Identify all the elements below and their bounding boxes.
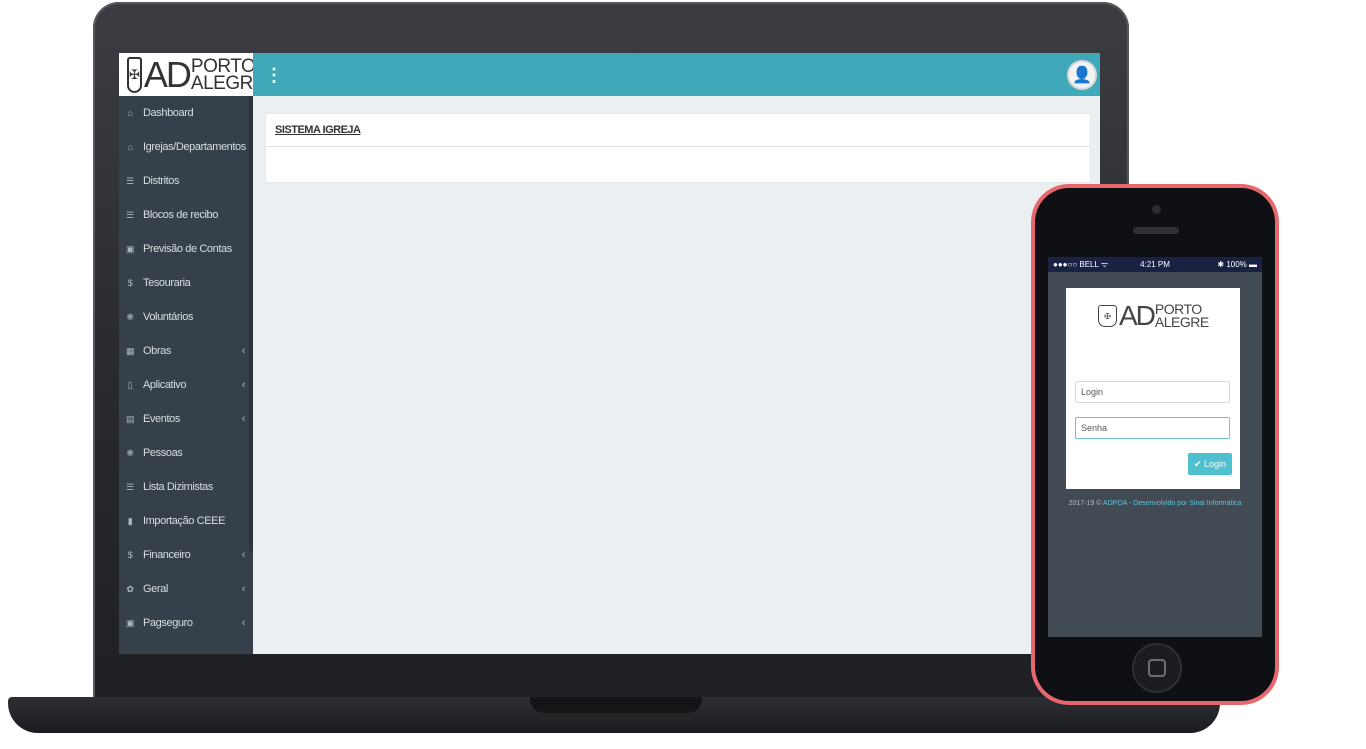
dollar-icon: $ (127, 278, 133, 288)
dollar-icon: $ (127, 550, 133, 560)
chevron-left-icon: ‹ (241, 345, 246, 357)
mobile-logo-words: PORTO ALEGRE (1154, 302, 1209, 330)
sidebar-item-label: Igrejas/Departamentos (143, 141, 246, 153)
sidebar: ⌂ Dashboard ⌂ Igrejas/Departamentos ☰ Distrit… (119, 96, 253, 654)
sidebar-item-label: Lista Dizimistas (143, 481, 214, 493)
file-icon: ▮ (127, 515, 133, 526)
money-icon: ▣ (125, 617, 135, 628)
users-icon: ❋ (126, 311, 134, 322)
sidebar-item-lista-dizimistas[interactable]: ☰ Lista Dizimistas (119, 470, 253, 504)
sidebar-item-previsao-de-contas[interactable]: ▣ Previsão de Contas (119, 232, 253, 266)
sidebar-item-label: Dashboard (143, 107, 194, 119)
list-icon: ☰ (126, 481, 134, 492)
logo-ad-text: AD (143, 53, 192, 95)
sidebar-item-igrejas-departamentos[interactable]: ⌂ Igrejas/Departamentos (119, 130, 253, 164)
speaker-grille (1133, 227, 1179, 234)
mobile-logo-ad: AD (1119, 300, 1156, 331)
login-button[interactable]: ✔ Login (1188, 453, 1232, 475)
sidebar-item-dashboard[interactable]: ⌂ Dashboard (119, 96, 253, 130)
sidebar-item-financeiro[interactable]: $ Financeiro ‹ (119, 538, 253, 572)
sidebar-nav: ⌂ Dashboard ⌂ Igrejas/Departamentos ☰ Distrit… (119, 96, 253, 640)
sidebar-item-label: Eventos (143, 413, 180, 425)
sidebar-item-label: Pagseguro (143, 617, 193, 629)
sidebar-item-label: Financeiro (143, 549, 191, 561)
status-bar: ●●●○○ BELL ᯤ 4:21 PM ✱ 100% ▬ (1048, 257, 1262, 272)
sidebar-item-tesouraria[interactable]: $ Tesouraria (119, 266, 253, 300)
sidebar-item-label: Importação CEEE (143, 515, 226, 527)
sidebar-item-label: Voluntários (143, 311, 194, 323)
sidebar-item-label: Geral (143, 583, 168, 595)
sidebar-item-geral[interactable]: ✿ Geral ‹ (119, 572, 253, 606)
sidebar-item-aplicativo[interactable]: ▯ Aplicativo ‹ (119, 368, 253, 402)
sidebar-item-importacao-ceee[interactable]: ▮ Importação CEEE (119, 504, 253, 538)
sidebar-item-distritos[interactable]: ☰ Distritos (119, 164, 253, 198)
sidebar-item-pagseguro[interactable]: ▣ Pagseguro ‹ (119, 606, 253, 640)
user-avatar-icon[interactable]: 👤 (1067, 60, 1097, 90)
mobile-logo: ✠ AD PORTO ALEGRE (1098, 302, 1209, 330)
chevron-left-icon: ‹ (241, 379, 246, 391)
mobile-logo-line-2: ALEGRE (1154, 314, 1209, 330)
mobile-icon: ▯ (127, 379, 133, 390)
app-logo[interactable]: ✠ AD PORTO ALEGRE (119, 53, 266, 96)
church-emblem-icon: ✠ (1098, 305, 1117, 327)
sidebar-item-label: Aplicativo (143, 379, 187, 391)
password-input[interactable]: Senha (1075, 417, 1230, 439)
password-placeholder: Senha (1081, 423, 1108, 433)
building-icon: ▦ (125, 345, 135, 356)
footer: 2017-19 © ADPOA - Desenvolvido por Sinai… (1048, 500, 1262, 507)
login-card: ✠ AD PORTO ALEGRE Login Senha ✔ Login (1066, 288, 1240, 489)
sidebar-item-label: Previsão de Contas (143, 243, 232, 255)
sidebar-item-label: Tesouraria (143, 277, 191, 289)
login-input[interactable]: Login (1075, 381, 1230, 403)
sidebar-item-label: Blocos de recibo (143, 209, 218, 221)
sidebar-item-label: Obras (143, 345, 171, 357)
sidebar-item-label: Pessoas (143, 447, 183, 459)
login-placeholder: Login (1081, 387, 1104, 397)
sidebar-item-obras[interactable]: ▦ Obras ‹ (119, 334, 253, 368)
sidebar-item-label: Distritos (143, 175, 180, 187)
sidebar-item-pessoas[interactable]: ❋ Pessoas (119, 436, 253, 470)
home-button[interactable] (1132, 643, 1182, 693)
home-square-icon (1148, 659, 1166, 677)
church-emblem-icon: ✠ (127, 56, 142, 93)
battery-status: ✱ 100% ▬ (1217, 260, 1257, 269)
chevron-left-icon: ‹ (241, 583, 246, 595)
calendar-icon: ▤ (125, 413, 135, 424)
footer-link[interactable]: ADPOA - Desenvolvido por Sinai Informáti… (1103, 500, 1242, 507)
sidebar-item-blocos-de-recibo[interactable]: ☰ Blocos de recibo (119, 198, 253, 232)
home-icon: ⌂ (127, 108, 133, 118)
camera-icon (1152, 205, 1161, 214)
sidebar-item-voluntarios[interactable]: ❋ Voluntários (119, 300, 253, 334)
chevron-left-icon: ‹ (241, 617, 246, 629)
chevron-left-icon: ‹ (241, 549, 246, 561)
card-header: SISTEMA IGREJA (266, 114, 1090, 147)
home-icon: ⌂ (127, 142, 133, 152)
content-card: SISTEMA IGREJA (265, 113, 1091, 183)
menu-toggle-icon[interactable]: ⋮ (265, 65, 283, 86)
money-icon: ▣ (125, 243, 135, 254)
chevron-left-icon: ‹ (241, 413, 246, 425)
footer-copyright: 2017-19 © (1068, 500, 1103, 507)
desktop-screen: ✠ AD PORTO ALEGRE ⋮ 👤 ⌂ Dashboard ⌂ Igrejas… (119, 53, 1100, 654)
sidebar-item-eventos[interactable]: ▤ Eventos ‹ (119, 402, 253, 436)
users-icon: ❋ (126, 447, 134, 458)
mobile-screen: ●●●○○ BELL ᯤ 4:21 PM ✱ 100% ▬ ✠ AD PORTO… (1048, 257, 1262, 637)
page-title[interactable]: SISTEMA IGREJA (275, 124, 361, 136)
list-icon: ☰ (126, 209, 134, 220)
top-navbar: ⋮ 👤 (253, 53, 1100, 96)
list-icon: ☰ (126, 175, 134, 186)
gear-icon: ✿ (126, 583, 134, 594)
laptop-notch (530, 697, 702, 713)
